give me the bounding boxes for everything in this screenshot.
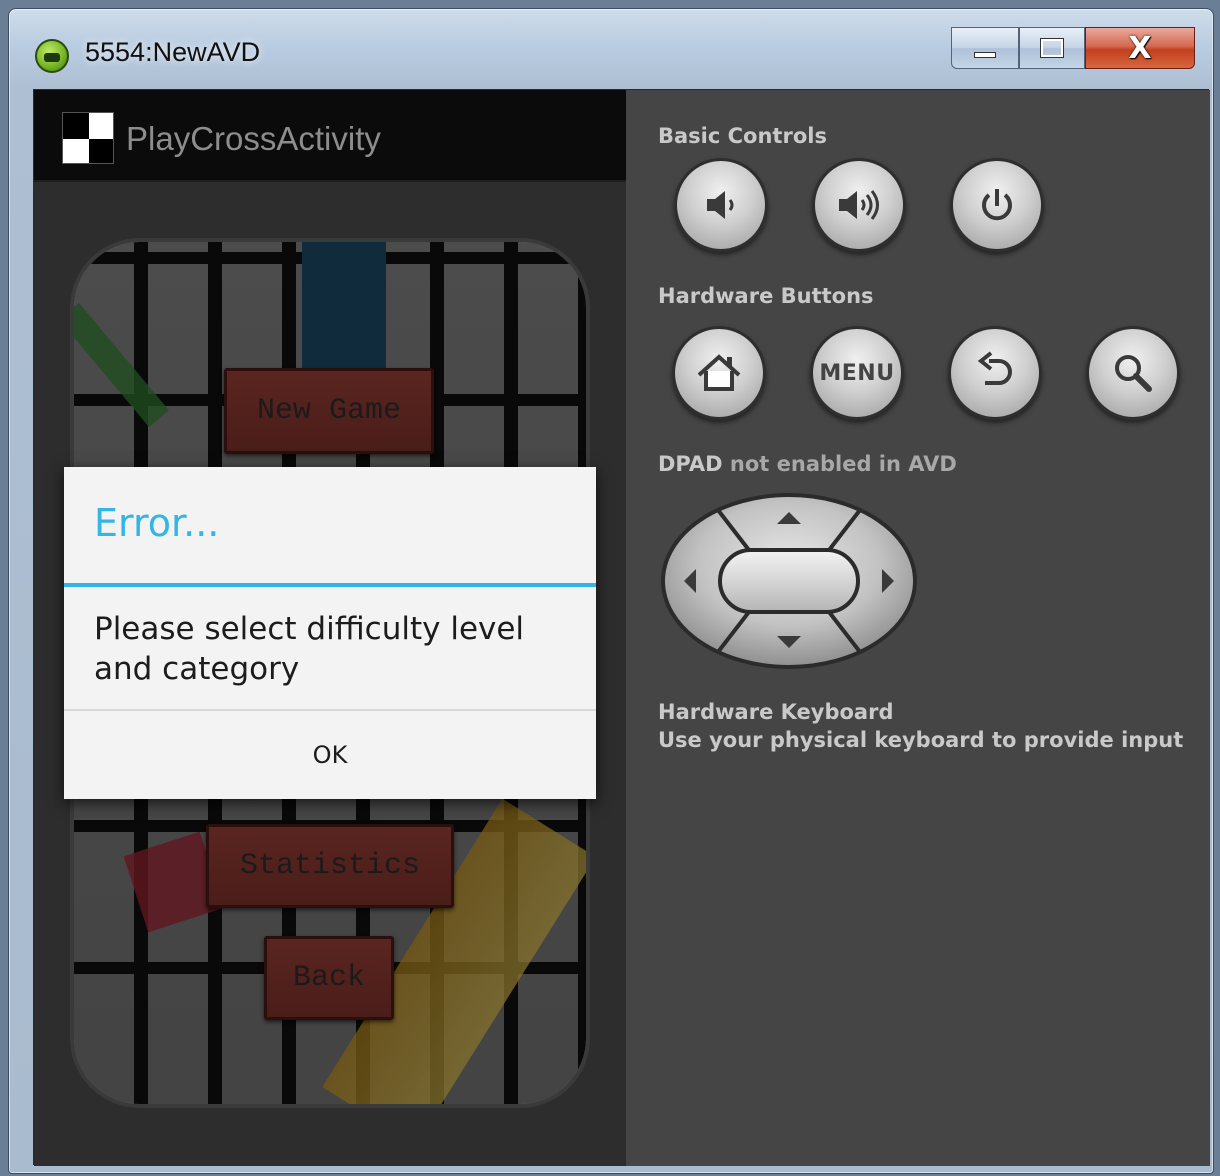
dialog-ok-label: OK [312,741,348,769]
search-button[interactable] [1086,326,1180,420]
back-icon [977,351,1012,385]
android-emulator-icon [35,39,69,73]
close-button[interactable]: X [1085,27,1195,69]
hardware-buttons-label: Hardware Buttons [658,284,874,308]
dialog-message: Please select difficulty level and categ… [94,611,525,687]
dpad-label-strong: DPAD [658,452,723,476]
volume-down-button[interactable] [674,158,768,252]
minimize-icon [974,52,996,58]
maximize-icon [1040,38,1064,58]
volume-up-icon [839,190,879,220]
statistics-label: Statistics [239,849,421,883]
dpad-control[interactable] [660,492,918,670]
activity-title: PlayCrossActivity [126,120,381,157]
error-dialog: Error... Please select difficulty level … [64,467,596,799]
emulator-window: 5554:NewAVD X PlayCrossActivity New Game… [8,8,1214,1174]
dialog-title: Error... [94,501,220,545]
home-icon [697,354,741,391]
menu-button[interactable]: MENU [810,326,904,420]
title-bar[interactable]: 5554:NewAVD X [9,9,1213,89]
new-game-button[interactable]: New Game [224,368,434,454]
search-icon [1115,355,1152,392]
action-bar: PlayCrossActivity [34,90,626,182]
dpad-status-label: DPAD not enabled in AVD [658,452,957,476]
hardware-keyboard-title: Hardware Keyboard [658,700,894,724]
maximize-button[interactable] [1019,27,1085,69]
hardware-keyboard-hint: Use your physical keyboard to provide in… [658,728,1184,752]
volume-down-icon [707,191,734,219]
minimize-button[interactable] [951,27,1019,69]
power-icon [982,189,1012,221]
volume-up-button[interactable] [812,158,906,252]
basic-controls-label: Basic Controls [658,124,827,148]
close-icon: X [1128,30,1152,66]
dialog-title-divider [64,583,596,587]
device-screen: PlayCrossActivity New Game Statistics Ba… [34,90,626,1166]
statistics-button[interactable]: Statistics [206,824,454,908]
new-game-label: New Game [256,394,402,428]
app-launcher-icon [62,112,114,164]
back-button[interactable]: Back [264,936,394,1020]
back-label: Back [292,961,365,995]
emulator-client: PlayCrossActivity New Game Statistics Ba… [33,89,1210,1166]
controls-panel: Basic Controls Hardware Buttons MENU DPA… [626,90,1210,1166]
menu-button-label: MENU [819,360,895,386]
dpad-label-rest: not enabled in AVD [722,452,957,476]
back-hardware-button[interactable] [948,326,1042,420]
power-button[interactable] [950,158,1044,252]
window-title: 5554:NewAVD [85,37,261,67]
dialog-ok-button[interactable]: OK [64,711,596,799]
home-button[interactable] [672,326,766,420]
